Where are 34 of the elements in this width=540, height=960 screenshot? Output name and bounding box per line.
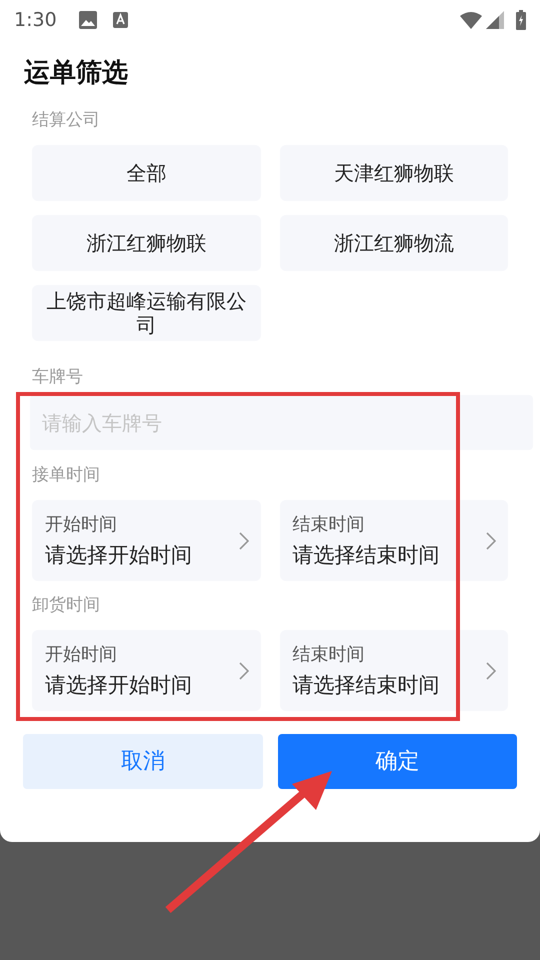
picker-label: 结束时间 — [292, 514, 366, 536]
time-picker[interactable]: 开始时间 请选择开始时间 — [32, 500, 260, 581]
battery-charging-icon — [516, 10, 526, 30]
section-label: 卸货时间 — [31, 594, 101, 617]
company-option[interactable]: 天津红狮物联 — [280, 145, 508, 201]
picker-placeholder: 请选择开始时间 — [45, 672, 193, 698]
picker-label: 结束时间 — [292, 644, 366, 666]
company-option[interactable]: 全部 — [32, 145, 260, 201]
picker-label: 开始时间 — [45, 644, 118, 666]
signal-icon — [486, 11, 504, 29]
cancel-button[interactable]: 取消 — [23, 734, 262, 789]
text-app-icon — [112, 12, 128, 28]
picker-placeholder: 请选择结束时间 — [292, 542, 440, 568]
status-time: 1:30 — [14, 8, 57, 33]
confirm-button[interactable]: 确定 — [278, 734, 517, 789]
company-option[interactable]: 浙江红狮物联 — [32, 215, 260, 271]
section-label: 接单时间 — [31, 464, 101, 487]
time-picker[interactable]: 结束时间 请选择结束时间 — [280, 500, 508, 581]
section-label: 车牌号 — [31, 366, 84, 389]
chevron-right-icon — [238, 532, 248, 550]
image-icon — [78, 11, 97, 29]
company-option[interactable]: 浙江红狮物流 — [280, 215, 508, 271]
picker-placeholder: 请选择结束时间 — [292, 672, 440, 698]
picker-placeholder: 请选择开始时间 — [45, 542, 193, 568]
chevron-right-icon — [238, 662, 248, 680]
chevron-right-icon — [486, 662, 496, 680]
company-option[interactable]: 上饶市超峰运输有限公司 — [32, 285, 260, 341]
section-label: 结算公司 — [31, 109, 101, 132]
picker-label: 开始时间 — [45, 514, 118, 536]
time-picker[interactable]: 结束时间 请选择结束时间 — [280, 630, 508, 711]
wifi-icon — [460, 11, 482, 29]
chevron-right-icon — [486, 532, 496, 550]
time-picker[interactable]: 开始时间 请选择开始时间 — [32, 630, 260, 711]
sheet-title: 运单筛选 — [23, 57, 129, 90]
